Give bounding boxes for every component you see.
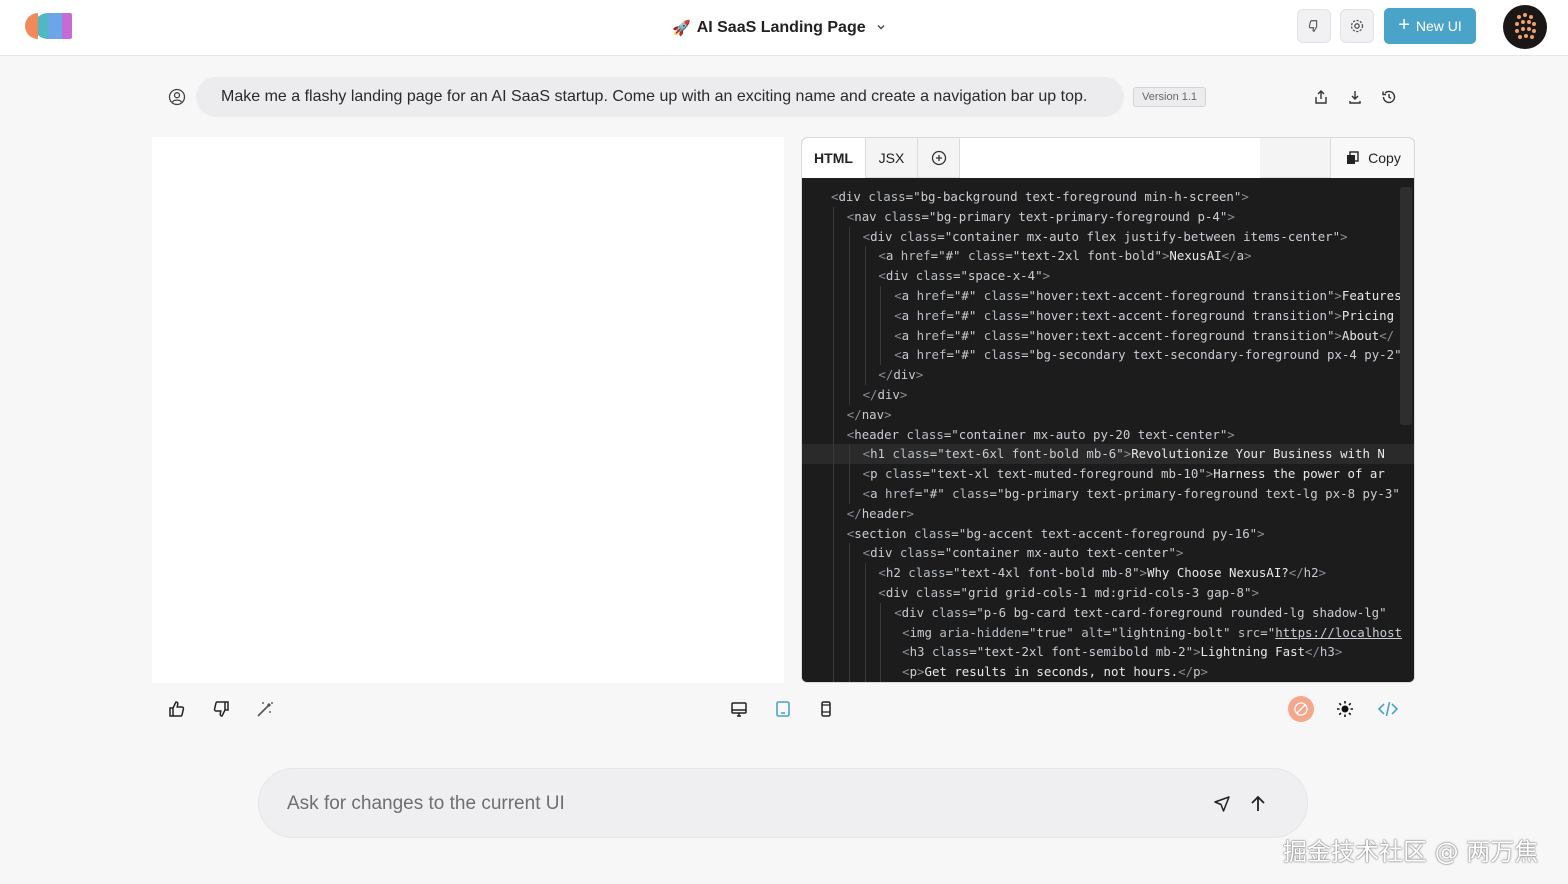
new-ui-button[interactable]: + New UI — [1384, 8, 1476, 44]
preview-pane[interactable] — [152, 137, 784, 683]
feedback-button[interactable] — [1297, 9, 1331, 43]
copy-button[interactable]: Copy — [1330, 138, 1414, 178]
cursor-select-icon[interactable] — [1211, 793, 1233, 815]
sun-icon[interactable] — [1334, 698, 1356, 720]
code-line[interactable]: <a href="#" class="hover:text-accent-for… — [802, 325, 1414, 346]
add-tab-button[interactable] — [918, 138, 960, 178]
code-line[interactable]: </nav> — [802, 404, 1414, 425]
settings-button[interactable] — [1340, 9, 1374, 43]
code-panel: HTML JSX Copy <div class="bg-background … — [801, 137, 1415, 683]
copy-icon — [1347, 151, 1359, 164]
thumbs-down-outline-icon — [1308, 20, 1318, 32]
download-icon[interactable] — [1345, 87, 1365, 107]
version-badge[interactable]: Version 1.1 — [1133, 87, 1207, 107]
code-line[interactable]: <a href="#" class="hover:text-accent-for… — [802, 305, 1414, 326]
code-line[interactable]: </div> — [802, 365, 1414, 385]
code-editor[interactable]: <div class="bg-background text-foregroun… — [802, 179, 1414, 682]
mobile-view-icon[interactable] — [815, 698, 837, 720]
code-line[interactable]: <div class="bg-background text-foregroun… — [802, 187, 1414, 207]
code-line[interactable]: </div> — [802, 384, 1414, 405]
code-view-icon[interactable] — [1377, 698, 1399, 720]
code-scrollbar[interactable] — [1400, 187, 1412, 425]
desktop-view-icon[interactable] — [728, 698, 750, 720]
code-line[interactable]: </header> — [802, 503, 1414, 524]
gear-icon — [1350, 19, 1364, 33]
tab-html[interactable]: HTML — [802, 138, 866, 178]
code-tabs: HTML JSX Copy — [802, 138, 1414, 178]
submit-arrow-icon[interactable] — [1247, 793, 1269, 815]
copy-label: Copy — [1368, 150, 1401, 166]
code-line[interactable]: <a href="#" class="text-2xl font-bold">N… — [802, 246, 1414, 267]
project-title: AI SaaS Landing Page — [696, 19, 866, 36]
code-line[interactable]: <h2 class="text-4xl font-bold mb-8">Why … — [802, 563, 1414, 583]
user-avatar[interactable] — [1503, 5, 1547, 49]
code-lines: <div class="bg-background text-foregroun… — [802, 187, 1414, 682]
chevron-down-icon — [876, 22, 886, 35]
top-bar: 🚀 AI SaaS Landing Page + New UI — [0, 0, 1568, 56]
prompt-message: Make me a flashy landing page for an AI … — [196, 77, 1124, 117]
tab-spacer — [960, 138, 1260, 178]
magic-wand-icon[interactable] — [254, 698, 276, 720]
thumbs-up-icon[interactable] — [166, 698, 188, 720]
new-ui-label: New UI — [1415, 18, 1462, 34]
code-line[interactable]: <a href="#" class="hover:text-accent-for… — [802, 285, 1414, 306]
ask-input-container — [258, 768, 1308, 838]
code-line[interactable]: <header class="container mx-auto py-20 t… — [802, 424, 1414, 445]
code-line[interactable]: <div class="p-6 bg-card text-card-foregr… — [802, 602, 1414, 623]
code-line[interactable]: <nav class="bg-primary text-primary-fore… — [802, 206, 1414, 227]
code-line[interactable]: <div class="space-x-4"> — [802, 266, 1414, 286]
code-line[interactable]: <p>Get results in seconds, not hours.</p… — [802, 662, 1414, 682]
theme-color-swatch[interactable] — [1288, 696, 1314, 722]
code-line[interactable]: <div class="container mx-auto text-cente… — [802, 543, 1414, 564]
plus-icon: + — [1398, 14, 1410, 36]
user-circle-icon — [168, 88, 186, 106]
watermark: 掘金技术社区 @ 两万焦 — [1283, 838, 1539, 866]
app-logo[interactable] — [18, 11, 74, 41]
project-title-dropdown[interactable]: 🚀 AI SaaS Landing Page — [672, 16, 886, 40]
code-line[interactable]: <div class="grid grid-cols-1 md:grid-col… — [802, 582, 1414, 603]
code-line[interactable]: <a href="#" class="bg-primary text-prima… — [802, 483, 1414, 504]
share-icon[interactable] — [1311, 87, 1331, 107]
tab-jsx[interactable]: JSX — [866, 138, 918, 178]
thumbs-down-icon[interactable] — [210, 698, 232, 720]
code-line[interactable]: <p class="text-xl text-muted-foreground … — [802, 464, 1414, 484]
code-line[interactable]: <div class="container mx-auto flex justi… — [802, 226, 1414, 247]
code-line[interactable]: <h1 class="text-6xl font-bold mb-6">Revo… — [802, 444, 1414, 465]
code-line[interactable]: <h3 class="text-2xl font-semibold mb-2">… — [802, 642, 1414, 663]
tablet-view-icon[interactable] — [772, 698, 794, 720]
rocket-icon: 🚀 — [672, 20, 691, 37]
code-line[interactable]: <section class="bg-accent text-accent-fo… — [802, 523, 1414, 544]
code-line[interactable]: <a href="#" class="bg-secondary text-sec… — [802, 345, 1414, 366]
ask-input[interactable] — [287, 791, 1167, 817]
code-line[interactable]: <img aria-hidden="true" alt="lightning-b… — [802, 622, 1414, 643]
plus-circle-icon — [931, 150, 946, 166]
history-icon[interactable] — [1379, 87, 1399, 107]
